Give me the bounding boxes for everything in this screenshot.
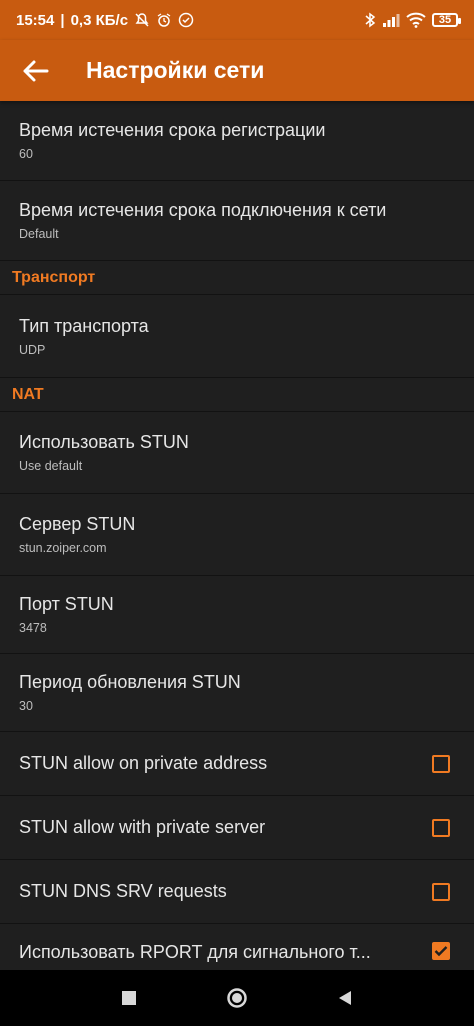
checkbox-stun-private-address[interactable] xyxy=(432,754,450,773)
category-nat: NAT xyxy=(0,378,474,412)
pref-title: Период обновления STUN xyxy=(19,672,241,692)
pref-summary: Use default xyxy=(19,459,83,473)
pref-title: Сервер STUN xyxy=(19,514,136,534)
pref-summary: UDP xyxy=(19,342,46,357)
signal-icon xyxy=(382,13,400,27)
pref-stun-refresh-period[interactable]: Период обновления STUN 30 xyxy=(0,654,474,732)
alarm-icon xyxy=(156,12,172,28)
pref-title: STUN allow on private address xyxy=(19,753,268,773)
pref-title: Время истечения срока регистрации xyxy=(19,120,326,140)
back-button[interactable] xyxy=(20,56,50,86)
pref-stun-private-address[interactable]: STUN allow on private address xyxy=(0,732,474,796)
pref-registration-expiry[interactable]: Время истечения срока регистрации 60 xyxy=(0,101,474,181)
checkbox-stun-dns-srv[interactable] xyxy=(432,882,450,901)
pref-title: Использовать RPORT для сигнального т... xyxy=(19,942,371,962)
pref-summary: stun.zoiper.com xyxy=(19,541,107,555)
status-bar-right: 35 xyxy=(364,12,461,28)
home-circle-icon xyxy=(227,988,247,1008)
pref-stun-server[interactable]: Сервер STUN stun.zoiper.com xyxy=(0,494,474,576)
pref-title: Использовать STUN xyxy=(19,432,189,452)
checkbox-stun-private-server[interactable] xyxy=(432,818,450,837)
back-triangle-icon xyxy=(339,991,351,1005)
pref-summary: 3478 xyxy=(19,621,47,635)
status-time: 15:54 xyxy=(16,11,55,29)
status-network-speed: 0,3 КБ/с xyxy=(70,11,129,29)
pref-use-stun[interactable]: Использовать STUN Use default xyxy=(0,412,474,494)
pref-title: Порт STUN xyxy=(19,594,114,614)
back-nav-button[interactable] xyxy=(333,986,357,1010)
pref-stun-port[interactable]: Порт STUN 3478 xyxy=(0,576,474,654)
status-bar: 15:54 | 0,3 КБ/с 35 xyxy=(0,0,474,40)
pref-stun-dns-srv[interactable]: STUN DNS SRV requests xyxy=(0,860,474,924)
pref-stun-private-server[interactable]: STUN allow with private server xyxy=(0,796,474,860)
category-transport: Транспорт xyxy=(0,261,474,295)
checkbox-use-rport[interactable] xyxy=(432,942,450,960)
home-button[interactable] xyxy=(225,986,249,1010)
status-divider: | xyxy=(60,11,65,29)
pref-title: Тип транспорта xyxy=(19,315,149,336)
pref-summary: 30 xyxy=(19,699,33,713)
mute-icon xyxy=(134,12,150,28)
bluetooth-icon xyxy=(364,12,376,28)
recents-square-icon xyxy=(122,991,136,1005)
battery-icon: 35 xyxy=(432,13,461,27)
app-bar: Настройки сети xyxy=(0,40,474,101)
page-title: Настройки сети xyxy=(86,57,265,83)
system-nav-bar xyxy=(0,970,474,1026)
pref-summary: Default xyxy=(19,227,59,241)
recents-button[interactable] xyxy=(117,986,141,1010)
settings-list: Время истечения срока регистрации 60 Вре… xyxy=(0,101,474,988)
checkmark-icon xyxy=(434,946,448,957)
arrow-left-icon xyxy=(23,60,49,81)
wifi-icon xyxy=(406,12,426,28)
pref-title: STUN allow with private server xyxy=(19,817,266,837)
pref-connection-expiry[interactable]: Время истечения срока подключения к сети… xyxy=(0,181,474,261)
status-bar-left: 15:54 | 0,3 КБ/с xyxy=(16,12,194,29)
check-circle-icon xyxy=(178,12,194,28)
pref-transport-type[interactable]: Тип транспорта UDP xyxy=(0,295,474,378)
pref-title: STUN DNS SRV requests xyxy=(19,881,227,901)
pref-title: Время истечения срока подключения к сети xyxy=(19,200,387,220)
pref-summary: 60 xyxy=(19,147,33,161)
